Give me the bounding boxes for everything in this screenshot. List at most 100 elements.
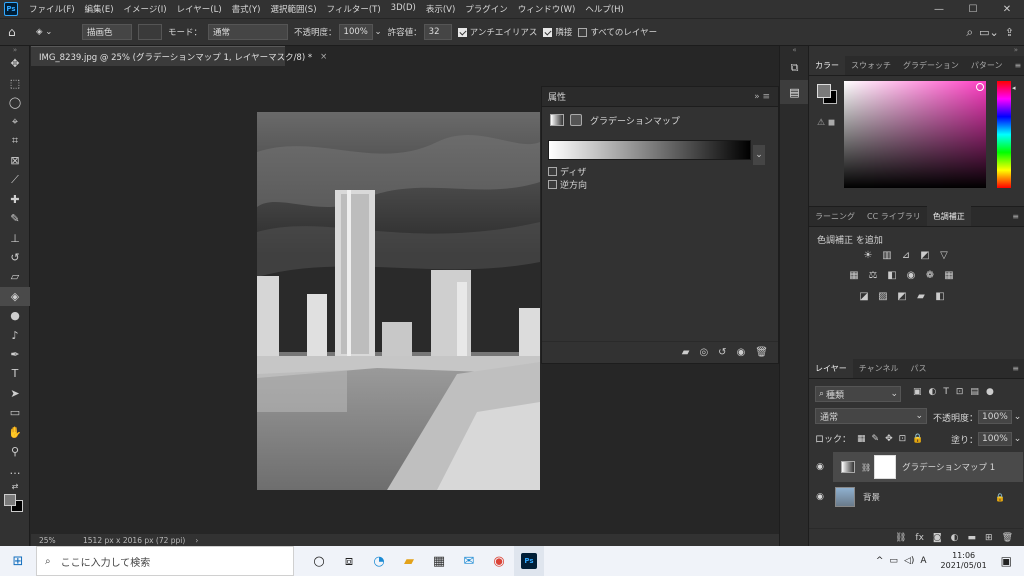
lock-pixels-icon[interactable]: ✎ [872,434,880,444]
invert-icon[interactable]: ◪ [857,290,871,302]
blur-tool-icon[interactable]: ● [0,306,30,325]
chrome-icon[interactable]: ◉ [484,546,514,576]
maximize-button[interactable]: ☐ [956,0,990,18]
layer-row[interactable]: ◉ ⛓ グラデーションマップ 1 [809,452,1023,482]
photo-filter-icon[interactable]: ◉ [904,269,918,281]
tolerance-input[interactable]: 32 [423,24,452,40]
rectangle-tool-icon[interactable]: ▭ [0,403,30,422]
view-previous-icon[interactable]: ◎ [699,347,708,358]
lock-transparent-icon[interactable]: ▦ [857,434,866,444]
selective-color-icon[interactable]: ◧ [933,290,947,302]
volume-icon[interactable]: ◁) [904,556,914,566]
exposure-icon[interactable]: ◩ [918,249,932,261]
visibility-icon[interactable]: ◉ [737,347,746,358]
layer-row[interactable]: ◉ 背景 🔒 [809,482,1023,512]
new-layer-icon[interactable]: ⊞ [985,533,993,543]
chevron-up-icon[interactable]: ^ [876,556,884,566]
clip-to-layer-icon[interactable]: ▰ [682,347,690,358]
layer-filter-select[interactable]: ⌕ 種類 ⌄ [815,386,901,402]
lasso-tool-icon[interactable]: ◯ [0,93,30,112]
ime-indicator[interactable]: A [920,556,926,566]
panel-menu-icon[interactable]: ≡ [1008,55,1024,75]
curves-icon[interactable]: ⊿ [899,249,913,261]
stamp-tool-icon[interactable]: ⊥ [0,229,30,248]
menu-item[interactable]: ヘルプ(H) [580,3,629,15]
color-lookup-icon[interactable]: ▦ [942,269,956,281]
collapse-icon[interactable]: » [0,46,30,54]
dodge-tool-icon[interactable]: ♪ [0,325,30,344]
history-brush-tool-icon[interactable]: ↺ [0,248,30,267]
type-filter-icon[interactable]: T [943,387,949,397]
new-group-icon[interactable]: ▬ [968,533,977,543]
mask-icon[interactable] [570,114,582,126]
menu-item[interactable]: ファイル(F) [24,3,80,15]
new-adjustment-icon[interactable]: ◐ [951,533,959,543]
minimize-button[interactable]: — [922,0,956,18]
hand-tool-icon[interactable]: ✋ [0,422,30,441]
taskbar-search-box[interactable]: ⌕ ここに入力して検索 [36,546,294,576]
share-icon[interactable]: ⇪ [1005,26,1014,39]
chevron-down-icon[interactable]: ⌄ [1014,412,1022,422]
chevron-down-icon[interactable]: ⌄ [375,27,382,37]
healing-brush-tool-icon[interactable]: ✚ [0,190,30,209]
search-icon[interactable]: ⌕ [966,25,973,40]
antialias-checkbox[interactable]: アンチエイリアス [457,26,537,38]
layer-fill-input[interactable]: 100% [978,432,1012,446]
panel-tab[interactable]: カラー [809,55,845,75]
edge-icon[interactable]: ◔ [364,546,394,576]
adjustment-filter-icon[interactable]: ◐ [929,387,937,397]
posterize-icon[interactable]: ▨ [876,290,890,302]
layer-opacity-input[interactable]: 100% [978,410,1012,424]
mode-select[interactable]: 通常 [208,24,289,40]
move-tool-icon[interactable]: ✥ [0,54,30,73]
filter-toggle-icon[interactable]: ● [986,387,994,397]
link-icon[interactable]: ⛓ [861,463,871,472]
smart-object-filter-icon[interactable]: ▤ [970,387,979,397]
menu-item[interactable]: 3D(D) [386,3,421,15]
lock-position-icon[interactable]: ✥ [885,434,893,444]
paint-bucket-tool-icon[interactable]: ◈ [0,286,30,307]
eraser-tool-icon[interactable]: ▱ [0,267,30,286]
slider-handle-icon[interactable]: ◂ [1012,84,1016,92]
reset-icon[interactable]: ↺ [718,347,726,358]
brush-tool-icon[interactable]: ✎ [0,209,30,228]
lock-all-icon[interactable]: 🔒 [912,434,923,444]
hue-saturation-icon[interactable]: ▦ [847,269,861,281]
crop-tool-icon[interactable]: ⌗ [0,132,30,151]
clock[interactable]: 11:06 2021/05/01 [941,551,987,571]
swap-colors-icon[interactable]: ⇄ [0,481,30,493]
pattern-picker[interactable] [138,24,162,40]
windows-start-icon[interactable]: ⊞ [0,546,36,576]
trash-icon[interactable]: 🗑 [755,347,768,358]
gradient-preview[interactable] [548,140,751,160]
add-mask-icon[interactable]: ◙ [933,533,942,543]
shape-filter-icon[interactable]: ⊡ [956,387,964,397]
notification-icon[interactable]: ▣ [1001,554,1012,568]
task-view-icon[interactable]: ⧈ [334,546,364,576]
panel-tab[interactable]: ラーニング [809,206,861,226]
pixel-filter-icon[interactable]: ▣ [913,387,922,397]
gradient-map-icon[interactable]: ▰ [914,290,928,302]
menu-item[interactable]: プラグイン [460,3,513,15]
network-icon[interactable]: ▭ [889,556,898,566]
opacity-input[interactable]: 100% [338,24,373,40]
document-tab[interactable]: IMG_8239.jpg @ 25% (グラデーションマップ 1, レイヤーマス… [31,46,327,66]
visibility-icon[interactable]: ◉ [809,462,831,472]
cortana-icon[interactable]: ○ [304,546,334,576]
layer-style-icon[interactable]: fx [915,533,924,543]
marquee-tool-icon[interactable]: ⬚ [0,73,30,92]
panel-tab[interactable]: チャンネル [853,358,905,378]
home-icon[interactable]: ⌂ [8,25,30,39]
blend-mode-select[interactable]: 通常 ⌄ [815,408,927,424]
chevron-right-icon[interactable]: › [195,536,198,545]
close-button[interactable]: ✕ [990,0,1024,18]
close-icon[interactable]: × [320,52,327,62]
collapse-icon[interactable]: « [780,46,809,56]
properties-panel-icon[interactable]: ▤ [780,80,809,104]
panel-menu-icon[interactable]: ≡ [1006,358,1024,378]
menu-item[interactable]: 書式(Y) [227,3,266,15]
menu-item[interactable]: 選択範囲(S) [265,3,321,15]
brightness-icon[interactable]: ☀ [861,249,875,261]
chevron-down-icon[interactable]: ⌄ [753,145,765,165]
panel-tab[interactable]: レイヤー [809,358,853,378]
